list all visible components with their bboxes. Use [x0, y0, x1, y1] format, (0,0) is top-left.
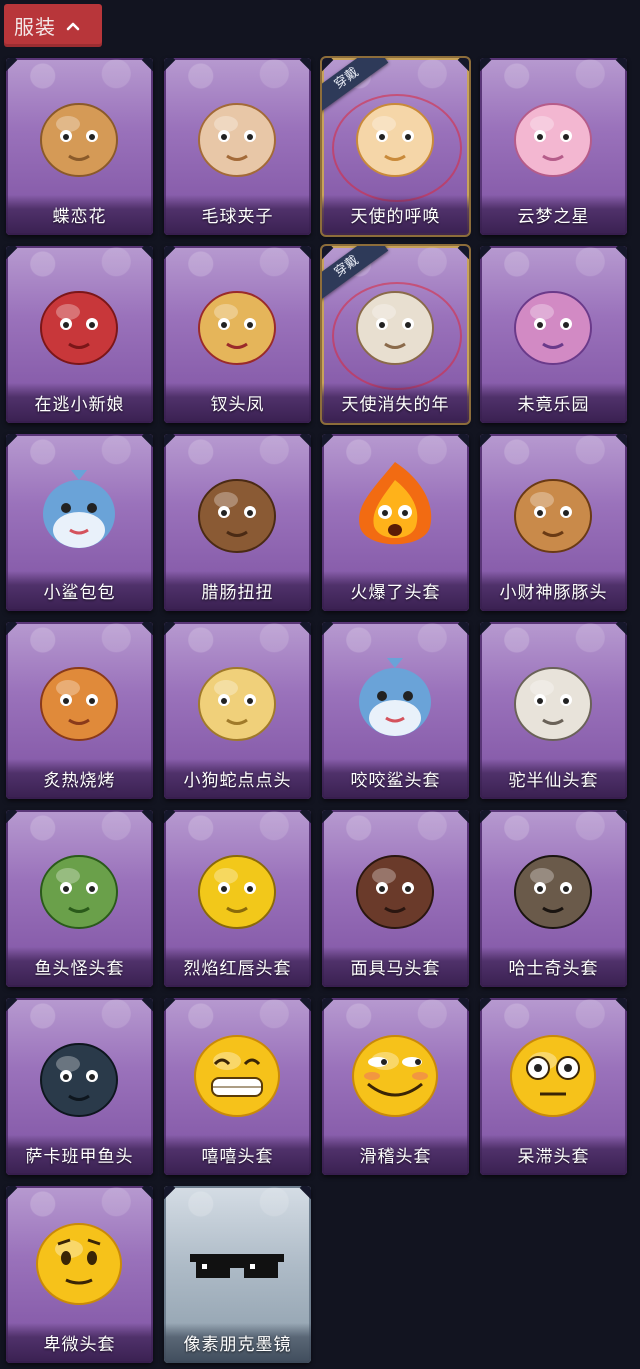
- outfit-name: 小财神豚豚头: [480, 571, 627, 611]
- outfit-card[interactable]: 小财神豚豚头: [480, 434, 627, 611]
- outfit-card[interactable]: 未竟乐园: [480, 246, 627, 423]
- outfit-card[interactable]: 烈焰红唇头套: [164, 810, 311, 987]
- outfit-card[interactable]: 云梦之星: [480, 58, 627, 235]
- dachshund-head-icon: [182, 452, 292, 564]
- outfit-card[interactable]: 卑微头套: [6, 1186, 153, 1363]
- outfit-card[interactable]: 在逃小新娘: [6, 246, 153, 423]
- magical-girl-doll-icon: [498, 264, 608, 376]
- outfit-card[interactable]: 炙热烧烤: [6, 622, 153, 799]
- outfit-name: 卑微头套: [6, 1323, 153, 1363]
- outfit-name: 未竟乐园: [480, 383, 627, 423]
- grin-emoji-head-icon: [182, 1016, 292, 1128]
- fish-monster-head-icon: [24, 828, 134, 940]
- husky-head-icon: [498, 828, 608, 940]
- outfit-name: 嘻嘻头套: [164, 1135, 311, 1175]
- bbq-meat-head-icon: [24, 640, 134, 752]
- outfit-name: 天使的呼唤: [322, 195, 469, 235]
- outfit-section-toggle[interactable]: 服装: [4, 4, 102, 47]
- outfit-card[interactable]: 小狗蛇点点头: [164, 622, 311, 799]
- outfit-card[interactable]: 像素朋克墨镜: [164, 1186, 311, 1363]
- outfit-card[interactable]: 哈士奇头套: [480, 810, 627, 987]
- phoenix-crown-doll-icon: [182, 264, 292, 376]
- outfit-card[interactable]: 穿戴 天使消失的年: [322, 246, 469, 423]
- humble-emoji-head-icon: [24, 1204, 134, 1316]
- pikachu-lips-head-icon: [182, 828, 292, 940]
- outfit-name: 滑稽头套: [322, 1135, 469, 1175]
- outfit-name: 钗头凤: [164, 383, 311, 423]
- chevron-up-icon: [66, 22, 80, 30]
- outfit-name: 天使消失的年: [322, 383, 469, 423]
- capybara-god-of-wealth-icon: [498, 452, 608, 564]
- outfit-name: 哈士奇头套: [480, 947, 627, 987]
- outfit-name: 烈焰红唇头套: [164, 947, 311, 987]
- outfit-name: 蝶恋花: [6, 195, 153, 235]
- butterfly-flower-ornament-icon: [24, 76, 134, 188]
- outfit-card[interactable]: 毛球夹子: [164, 58, 311, 235]
- outfit-panel: 服装 蝶恋花 毛球夹子 穿戴 天使的呼唤 云梦之星在逃小新娘 钗头凤 穿戴 天使消失的年 未竟乐…: [0, 0, 640, 1369]
- outfit-name: 小鲨包包: [6, 571, 153, 611]
- horse-mask-head-icon: [340, 828, 450, 940]
- outfit-name: 驼半仙头套: [480, 759, 627, 799]
- outfit-card[interactable]: 蝶恋花: [6, 58, 153, 235]
- fire-spirit-head-icon: [340, 452, 450, 564]
- outfit-card[interactable]: 钗头凤: [164, 246, 311, 423]
- outfit-name: 在逃小新娘: [6, 383, 153, 423]
- outfit-card[interactable]: 嘻嘻头套: [164, 998, 311, 1175]
- outfit-name: 腊肠扭扭: [164, 571, 311, 611]
- outfit-name: 像素朋克墨镜: [164, 1323, 311, 1363]
- red-lamp-dress-icon: [24, 264, 134, 376]
- outfit-card[interactable]: 呆滞头套: [480, 998, 627, 1175]
- outfit-name: 炙热烧烤: [6, 759, 153, 799]
- outfit-name: 鱼头怪头套: [6, 947, 153, 987]
- outfit-name: 火爆了头套: [322, 571, 469, 611]
- shark-bag-icon: [24, 452, 134, 564]
- outfit-name: 咬咬鲨头套: [322, 759, 469, 799]
- outfit-card[interactable]: 咬咬鲨头套: [322, 622, 469, 799]
- raccoon-drummer-icon: [182, 76, 292, 188]
- outfit-card[interactable]: 滑稽头套: [322, 998, 469, 1175]
- outfit-card[interactable]: 萨卡班甲鱼头: [6, 998, 153, 1175]
- outfit-card[interactable]: 火爆了头套: [322, 434, 469, 611]
- shark-head-icon: [340, 640, 450, 752]
- section-title: 服装: [14, 15, 56, 39]
- angel-cherub-icon: [340, 76, 450, 188]
- dog-snake-head-icon: [182, 640, 292, 752]
- outfit-name: 毛球夹子: [164, 195, 311, 235]
- sacabambaspis-head-icon: [24, 1016, 134, 1128]
- outfit-name: 呆滞头套: [480, 1135, 627, 1175]
- outfit-card[interactable]: 腊肠扭扭: [164, 434, 311, 611]
- outfit-name: 面具马头套: [322, 947, 469, 987]
- outfit-card[interactable]: 穿戴 天使的呼唤: [322, 58, 469, 235]
- outfit-card[interactable]: 鱼头怪头套: [6, 810, 153, 987]
- outfit-card[interactable]: 小鲨包包: [6, 434, 153, 611]
- dazed-emoji-head-icon: [498, 1016, 608, 1128]
- sunglasses-bear-head-icon: [498, 640, 608, 752]
- outfit-name: 小狗蛇点点头: [164, 759, 311, 799]
- pixel-sunglasses-icon: [182, 1204, 292, 1316]
- outfit-card[interactable]: 驼半仙头套: [480, 622, 627, 799]
- outfit-name: 萨卡班甲鱼头: [6, 1135, 153, 1175]
- outfit-card[interactable]: 面具马头套: [322, 810, 469, 987]
- outfit-name: 云梦之星: [480, 195, 627, 235]
- veiled-angel-doll-icon: [340, 264, 450, 376]
- unicorn-on-cloud-icon: [498, 76, 608, 188]
- funny-emoji-head-icon: [340, 1016, 450, 1128]
